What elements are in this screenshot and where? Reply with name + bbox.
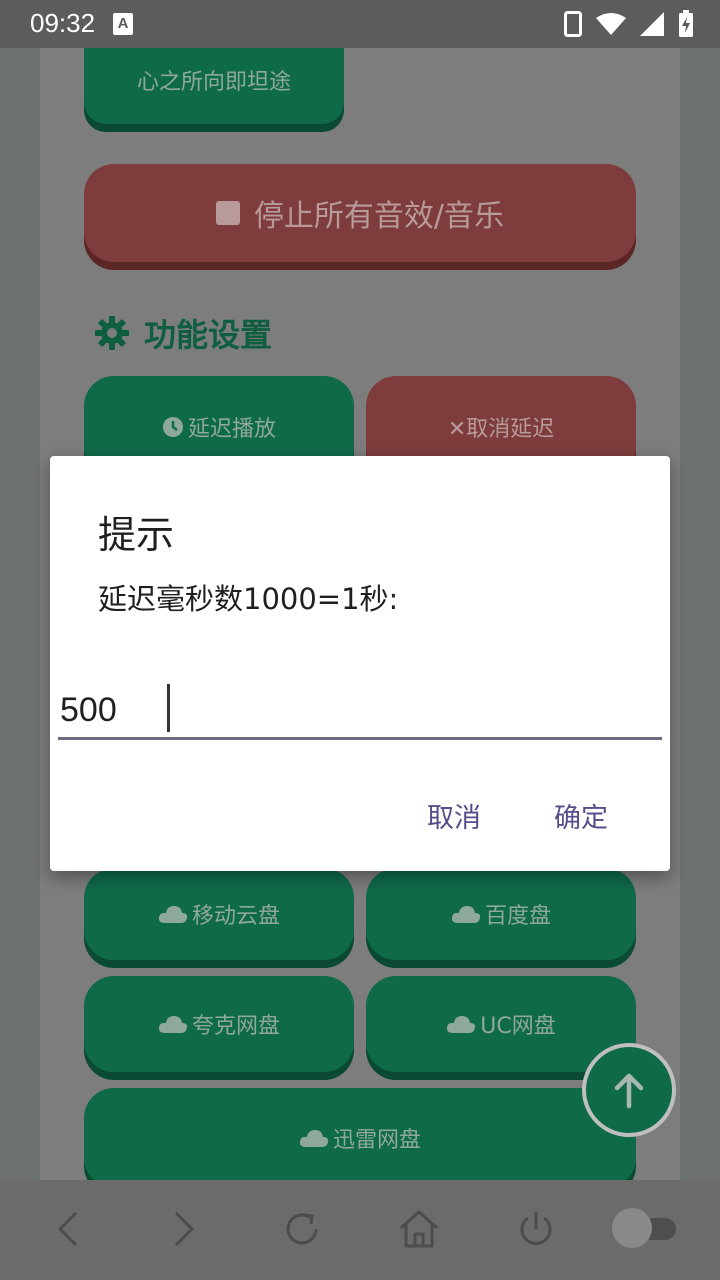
quark-cloud-button[interactable]: 夸克网盘 [84, 976, 354, 1072]
clock-icon [162, 417, 183, 437]
stop-all-sounds-button[interactable]: 停止所有音效/音乐 [84, 164, 636, 262]
cloud-icon [451, 906, 481, 923]
nav-power-button[interactable] [512, 1205, 560, 1253]
dialog-message: 延迟毫秒数1000=1秒: [98, 582, 399, 616]
delay-play-label: 延迟播放 [187, 417, 276, 442]
page-margin-left [0, 48, 40, 1180]
status-bar: 09:32 A [0, 0, 720, 48]
wifi-icon [596, 13, 626, 35]
ok-button[interactable]: 确定 [554, 796, 608, 835]
nav-back-button[interactable] [44, 1205, 92, 1253]
delay-ms-input[interactable] [58, 684, 662, 740]
signal-icon [640, 12, 664, 36]
dialog-title: 提示 [98, 513, 175, 557]
stop-all-sounds-label: 停止所有音效/音乐 [253, 199, 505, 234]
nav-forward-button[interactable] [160, 1205, 208, 1253]
text-cursor [167, 684, 170, 732]
status-time: 09:32 [30, 8, 96, 38]
uc-cloud-label: UC网盘 [480, 1014, 556, 1039]
baidu-cloud-label: 百度盘 [484, 904, 551, 929]
nav-toggle-switch[interactable] [612, 1208, 678, 1250]
cancel-button[interactable]: 取消 [427, 796, 481, 835]
refresh-icon [286, 1213, 318, 1245]
cancel-delay-label: ✕取消延迟 [447, 417, 555, 442]
battery-icon [679, 10, 693, 37]
section-title-settings: 功能设置 [94, 310, 272, 356]
status-icons [564, 10, 694, 38]
cloud-icon [158, 906, 188, 923]
home-icon [400, 1210, 438, 1248]
cloud-icon [158, 1016, 188, 1033]
mobile-cloud-label: 移动云盘 [191, 904, 280, 929]
top-motto-label: 心之所向即坦途 [136, 70, 291, 95]
scroll-to-top-button[interactable] [582, 1043, 676, 1137]
stop-square-icon [215, 201, 240, 225]
power-icon [520, 1212, 552, 1245]
cloud-icon [299, 1130, 329, 1147]
xunlei-cloud-label: 迅雷网盘 [332, 1128, 421, 1153]
nav-home-button[interactable] [395, 1205, 443, 1253]
notification-a-icon: A [113, 13, 133, 35]
mobile-cloud-button[interactable]: 移动云盘 [84, 868, 354, 960]
back-icon [57, 1211, 78, 1247]
phone-icon [564, 11, 582, 37]
forward-icon [174, 1211, 195, 1247]
toggle-knob [612, 1208, 652, 1248]
baidu-cloud-button[interactable]: 百度盘 [366, 868, 636, 960]
gear-icon [95, 316, 129, 350]
quark-cloud-label: 夸克网盘 [191, 1014, 280, 1039]
xunlei-cloud-button[interactable]: 迅雷网盘 [84, 1088, 636, 1180]
arrow-up-icon [614, 1073, 644, 1109]
page-margin-right [680, 48, 720, 1180]
top-motto-button[interactable]: 心之所向即坦途 [84, 48, 344, 124]
nav-refresh-button[interactable] [278, 1205, 326, 1253]
delay-prompt-dialog: 提示 延迟毫秒数1000=1秒: 取消 确定 [50, 456, 670, 871]
cloud-icon [447, 1016, 476, 1033]
section-title-label: 功能设置 [144, 316, 273, 354]
